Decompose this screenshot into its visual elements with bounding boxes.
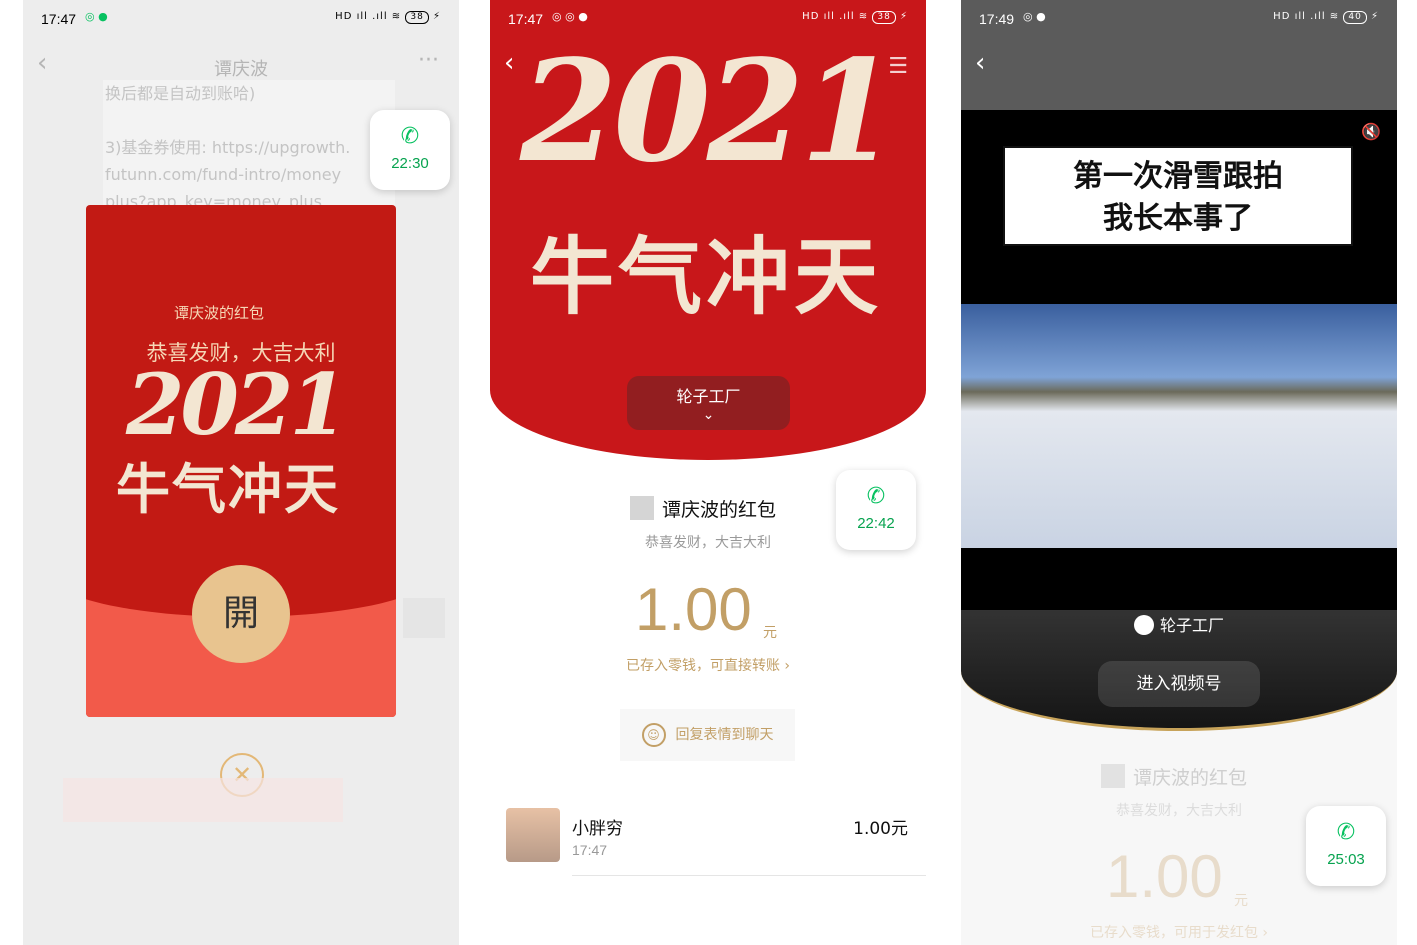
amount: 1.00 — [1106, 843, 1223, 910]
phone-screen-2: 2021 牛气冲天 17:47 ◎ ◎ ● HD ıll .ıll ≋ 38 ⚡… — [490, 0, 926, 945]
chat-title: 谭庆波 — [214, 59, 268, 80]
bubble-line: 换后都是自动到账哈) — [105, 84, 256, 103]
wish-text: 恭喜发财，大吉大利 — [645, 535, 771, 551]
channel-name: 轮子工厂 — [676, 387, 741, 406]
bubble-line — [105, 107, 395, 134]
back-icon[interactable]: ‹ — [975, 50, 985, 76]
channel-avatar — [1133, 615, 1154, 635]
battery-icon: 38 — [872, 11, 896, 24]
battery-icon: 38 — [405, 11, 429, 24]
blurred-message — [63, 778, 343, 822]
call-duration: 22:30 — [391, 155, 429, 172]
wallet-note-link[interactable]: 已存入零钱，可直接转账 › — [490, 655, 926, 675]
caption-line: 我长本事了 — [1103, 201, 1253, 236]
notification-icons: ◎ ● — [1023, 10, 1046, 23]
sender-name: 谭庆波的红包 — [662, 499, 777, 521]
floating-call-window[interactable]: ✆ 22:30 — [370, 110, 450, 190]
red-envelope: 2021 牛气冲天 谭庆波的红包 恭喜发财，大吉大利 開 — [86, 205, 396, 717]
slogan-art: 牛气冲天 — [116, 457, 340, 521]
receiver-row: 小胖穷 17:47 1.00元 — [506, 808, 926, 876]
divider — [572, 875, 926, 876]
phone-screen-1: 17:47 ◎ ● HD ıll .ıll ≋ 38 ⚡ ‹ 谭庆波 ··· 换… — [23, 0, 459, 945]
open-button[interactable]: 開 — [192, 565, 290, 663]
sender-label: 谭庆波的红包 — [630, 495, 776, 522]
bubble-line[interactable]: 3)基金券使用: https://upgrowth. — [105, 134, 395, 161]
status-bar: 17:47 ◎ ● HD ıll .ıll ≋ 38 ⚡ — [41, 10, 441, 27]
chat-bubble: 换后都是自动到账哈) 3)基金券使用: https://upgrowth. fu… — [103, 80, 395, 206]
slogan-art: 牛气冲天 — [530, 227, 883, 326]
bubble-line[interactable]: plus?app_key=money_plus — [105, 188, 395, 206]
reply-emoji-button[interactable]: ☺ 回复表情到聊天 — [620, 709, 795, 761]
channel-label[interactable]: 轮子工厂 — [961, 612, 1397, 636]
wallet-note-link[interactable]: 已存入零钱，可用于发红包 › — [961, 922, 1397, 942]
envelope-wish: 恭喜发财，大吉大利 — [146, 341, 336, 365]
menu-icon[interactable]: ☰ — [888, 54, 908, 79]
battery-icon: 40 — [1343, 11, 1367, 24]
notification-icons: ◎ ◎ ● — [552, 10, 588, 23]
call-duration: 25:03 — [1327, 851, 1365, 868]
amount-unit: 元 — [763, 625, 777, 641]
video-player[interactable]: 🔇 第一次滑雪跟拍 我长本事了 — [961, 110, 1397, 620]
status-bar: 17:49 ◎ ● HD ıll .ıll ≋ 40 ⚡ — [979, 10, 1379, 27]
enter-channel-button[interactable]: 进入视频号 — [1098, 661, 1260, 707]
receiver-name: 小胖穷 — [572, 819, 623, 839]
floating-call-window[interactable]: ✆ 25:03 — [1306, 806, 1386, 886]
sender-label: 谭庆波的红包 — [1101, 763, 1247, 790]
amount: 1.00 — [635, 576, 752, 643]
video-caption: 第一次滑雪跟拍 我长本事了 — [1003, 146, 1353, 246]
amount-unit: 元 — [1234, 893, 1248, 909]
signal-icon: HD ıll .ıll ≋ — [335, 11, 402, 22]
phone-icon: ✆ — [866, 484, 886, 509]
mute-icon[interactable]: 🔇 — [1361, 122, 1381, 141]
more-icon[interactable]: ··· — [418, 48, 439, 73]
ski-video-frame — [961, 304, 1397, 548]
receiver-time: 17:47 — [572, 842, 608, 858]
status-bar: 17:47 ◎ ◎ ● HD ıll .ıll ≋ 38 ⚡ — [508, 10, 908, 27]
status-time: 17:49 — [979, 11, 1015, 27]
avatar — [506, 808, 560, 862]
chevron-down-icon: ⌄ — [702, 407, 715, 423]
year-art: 2021 — [126, 355, 348, 454]
signal-icon: HD ıll .ıll ≋ — [802, 11, 869, 22]
status-time: 17:47 — [508, 11, 544, 27]
year-art: 2021 — [520, 30, 898, 194]
envelope-sender: 谭庆波的红包 — [174, 304, 265, 322]
blurred-avatar — [403, 598, 445, 638]
avatar — [630, 496, 654, 520]
notification-icons: ◎ ● — [85, 10, 108, 23]
back-icon[interactable]: ‹ — [504, 50, 514, 76]
channel-name: 轮子工厂 — [1159, 616, 1224, 635]
channel-button[interactable]: 轮子工厂 ⌄ — [627, 376, 790, 430]
phone-icon: ✆ — [400, 124, 420, 149]
status-time: 17:47 — [41, 11, 77, 27]
phone-screen-3: 17:49 ◎ ● HD ıll .ıll ≋ 40 ⚡ ‹ 🔇 第一次滑雪跟拍… — [961, 0, 1397, 945]
receiver-amount: 1.00元 — [853, 819, 908, 839]
bubble-line[interactable]: futunn.com/fund-intro/money — [105, 161, 395, 188]
phone-icon: ✆ — [1336, 820, 1356, 845]
reply-label: 回复表情到聊天 — [675, 727, 774, 743]
avatar — [1101, 764, 1125, 788]
caption-line: 第一次滑雪跟拍 — [1073, 159, 1283, 194]
signal-icon: HD ıll .ıll ≋ — [1273, 11, 1340, 22]
smile-icon: ☺ — [641, 723, 666, 747]
call-duration: 22:42 — [857, 515, 895, 532]
sender-name: 谭庆波的红包 — [1133, 767, 1248, 789]
